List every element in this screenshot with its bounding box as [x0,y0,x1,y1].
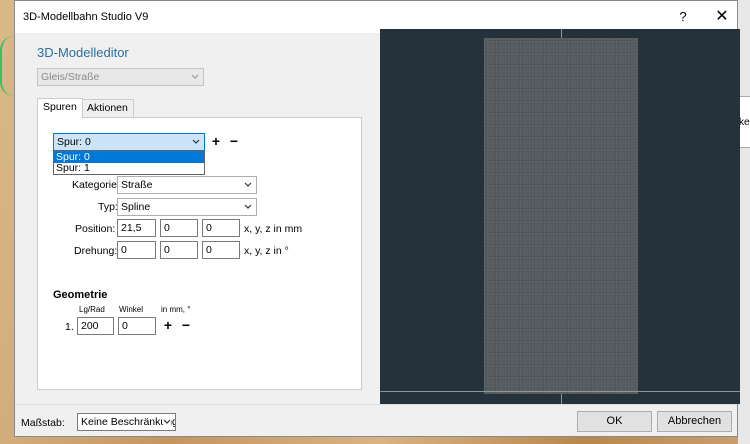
road-model-preview [484,38,638,394]
typ-select[interactable]: Spline [117,198,257,216]
spur-select-value: Spur: 0 [57,136,91,148]
chevron-down-icon [163,418,171,426]
position-z-input[interactable]: 0 [202,219,240,237]
editor-heading: 3D-Modelleditor [37,45,129,60]
footer-divider [15,404,737,405]
geometrie-heading: Geometrie [53,289,108,301]
geometrie-lg-input[interactable]: 200 [77,317,114,335]
remove-spur-button[interactable]: − [227,134,241,149]
position-y-input[interactable]: 0 [160,219,198,237]
spur-option-1[interactable]: Spur: 1 [54,163,204,174]
modelleditor-dialog: 3D-Modellbahn Studio V9 ? ✕ 3D-Modelledi… [14,0,740,437]
chevron-down-icon [191,74,199,79]
tab-spuren[interactable]: Spuren [37,98,83,118]
chevron-down-icon [244,204,252,209]
background-partial-text: ke [739,117,750,128]
chevron-down-icon [192,139,200,144]
preview-axis-horizontal [380,391,740,392]
tab-aktionen[interactable]: Aktionen [81,99,134,118]
add-segment-button[interactable]: + [161,318,175,333]
close-button[interactable]: ✕ [711,7,733,27]
background-green-arc [0,36,14,96]
geometrie-row-index: 1. [65,321,74,333]
kategorie-select[interactable]: Straße [117,176,257,194]
drehung-label: Drehung: [74,245,118,257]
drehung-x-input[interactable]: 0 [117,241,156,259]
massstab-label: Maßstab: [21,417,65,429]
kategorie-value: Straße [121,179,153,191]
drehung-unit: x, y, z in ° [244,245,289,257]
drehung-z-input[interactable]: 0 [202,241,240,259]
spur-select[interactable]: Spur: 0 [53,133,205,151]
position-x-input[interactable]: 21,5 [117,219,156,237]
window-title: 3D-Modellbahn Studio V9 [23,11,149,23]
position-label: Position: [75,223,116,235]
kategorie-label: Kategorie: [72,179,120,191]
drehung-y-input[interactable]: 0 [160,241,198,259]
object-type-value: Gleis/Straße [41,71,100,83]
3d-preview-viewport[interactable] [380,29,740,404]
ok-button[interactable]: OK [577,411,652,432]
geometrie-col-winkel: Winkel [119,305,144,314]
spur-dropdown-list: Spur: 0 Spur: 1 [53,151,205,175]
chevron-down-icon [244,182,252,187]
massstab-value: Keine Beschränkung [81,416,176,428]
geometrie-col-unit: in mm, ° [161,305,191,314]
typ-value: Spline [121,201,151,213]
add-spur-button[interactable]: + [209,134,223,149]
massstab-select[interactable]: Keine Beschränkung [77,413,176,431]
cancel-button[interactable]: Abbrechen [657,411,732,432]
geometrie-col-lg: Lg/Rad [79,305,105,314]
help-button[interactable]: ? [673,7,693,27]
remove-segment-button[interactable]: − [179,318,193,333]
geometrie-winkel-input[interactable]: 0 [118,317,156,335]
typ-label: Typ: [98,201,118,213]
object-type-select[interactable]: Gleis/Straße [37,68,204,86]
position-unit: x, y, z in mm [244,223,303,235]
